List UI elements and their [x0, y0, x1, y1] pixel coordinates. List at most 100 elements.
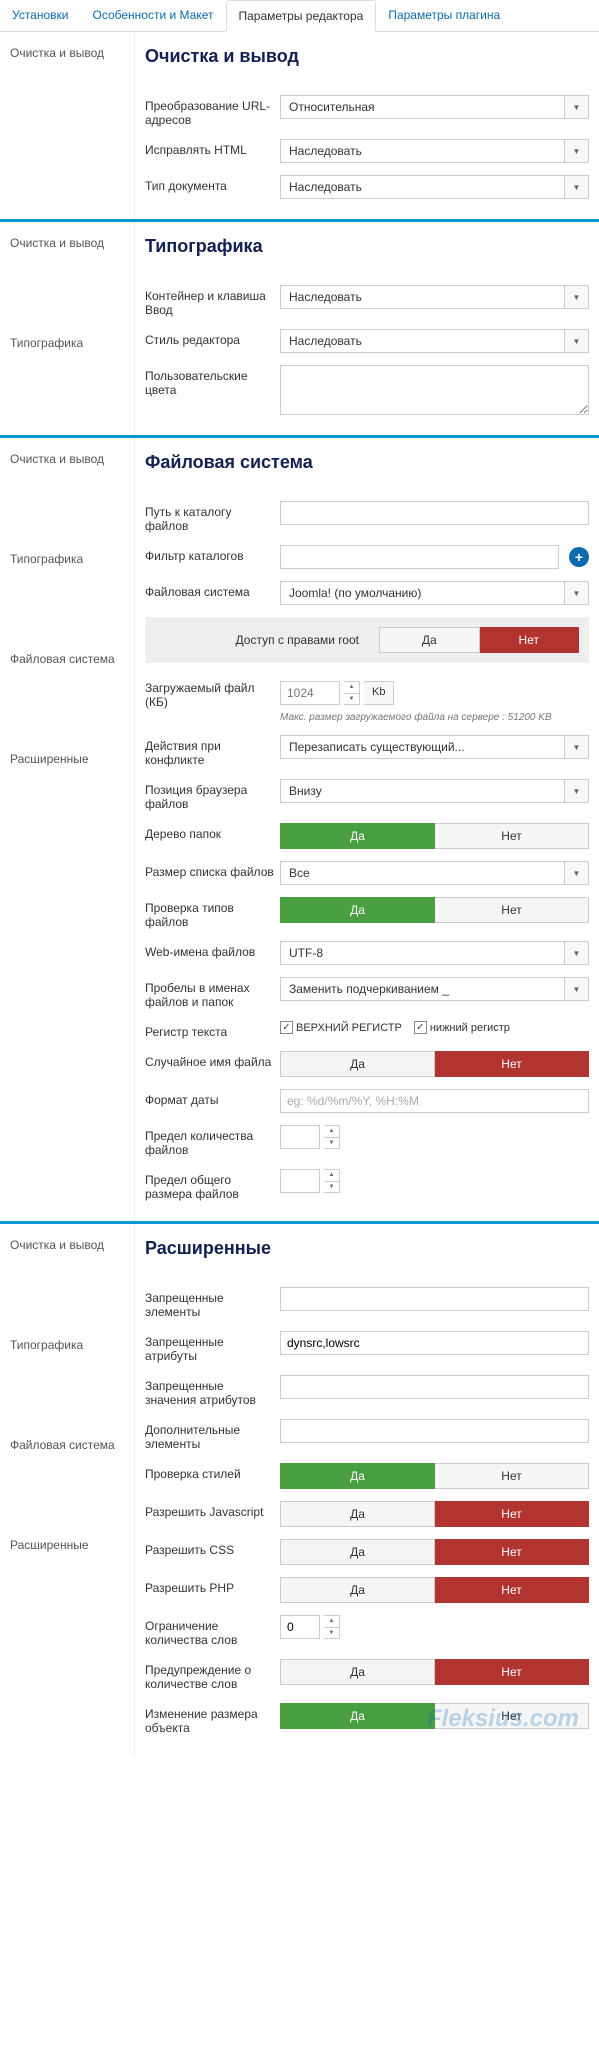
sidebar-item-clean[interactable]: Очистка и вывод — [0, 444, 134, 474]
chevron-down-icon[interactable]: ▼ — [565, 285, 589, 309]
label-banned-attr: Запрещенные атрибуты — [145, 1331, 280, 1363]
btn-styles-no[interactable]: Нет — [435, 1463, 589, 1489]
btn-root-yes[interactable]: Да — [379, 627, 480, 653]
tab-plugin-params[interactable]: Параметры плагина — [376, 0, 512, 31]
label-wordlimit: Ограничение количества слов — [145, 1615, 280, 1647]
chevron-down-icon[interactable]: ▼ — [565, 779, 589, 803]
label-wordwarn: Предупреждение о количестве слов — [145, 1659, 280, 1691]
label-path: Путь к каталогу файлов — [145, 501, 280, 533]
btn-tree-no[interactable]: Нет — [435, 823, 589, 849]
plus-icon[interactable]: + — [569, 547, 589, 567]
tab-editor-params[interactable]: Параметры редактора — [226, 0, 377, 32]
btn-styles-yes[interactable]: Да — [280, 1463, 435, 1489]
label-dir-filter: Фильтр каталогов — [145, 545, 280, 563]
spinner-upload[interactable]: ▲▼ — [344, 681, 360, 705]
label-case: Регистр текста — [145, 1021, 280, 1039]
chevron-down-icon[interactable]: ▼ — [565, 861, 589, 885]
sidebar-item-fs[interactable]: Файловая система — [0, 1430, 134, 1460]
btn-php-no[interactable]: Нет — [435, 1577, 589, 1603]
label-webnames: Web-имена файлов — [145, 941, 280, 959]
btn-check-no[interactable]: Нет — [435, 897, 589, 923]
checkbox-upper[interactable]: ✓ВЕРХНИЙ РЕГИСТР — [280, 1021, 402, 1034]
input-path[interactable] — [280, 501, 589, 525]
label-custom-colors: Пользовательские цвета — [145, 365, 280, 397]
select-webnames[interactable]: UTF-8▼ — [280, 941, 589, 965]
btn-resize-no[interactable]: Нет — [435, 1703, 589, 1729]
select-browser-pos[interactable]: Внизу▼ — [280, 779, 589, 803]
input-wordlimit[interactable] — [280, 1615, 320, 1639]
section-title: Очистка и вывод — [145, 46, 589, 67]
textarea-custom-colors[interactable] — [280, 365, 589, 415]
tab-features[interactable]: Особенности и Макет — [80, 0, 225, 31]
select-filesystem[interactable]: Joomla! (по умолчанию)▼ — [280, 581, 589, 605]
hint-upload: Макс. размер загружаемого файла на серве… — [280, 712, 552, 723]
select-spaces[interactable]: Заменить подчеркиванием _▼ — [280, 977, 589, 1001]
sidebar-item-clean[interactable]: Очистка и вывод — [0, 38, 134, 68]
input-banned-val[interactable] — [280, 1375, 589, 1399]
select-doctype[interactable]: Наследовать▼ — [280, 175, 589, 199]
section-title: Файловая система — [145, 452, 589, 473]
section-title: Расширенные — [145, 1238, 589, 1259]
row-root-access: Доступ с правами root Да Нет — [145, 617, 589, 663]
chevron-down-icon[interactable]: ▼ — [565, 735, 589, 759]
input-banned-el[interactable] — [280, 1287, 589, 1311]
label-spaces: Пробелы в именах файлов и папок — [145, 977, 280, 1009]
btn-rand-yes[interactable]: Да — [280, 1051, 435, 1077]
btn-warn-no[interactable]: Нет — [435, 1659, 589, 1685]
btn-js-no[interactable]: Нет — [435, 1501, 589, 1527]
select-fix-html[interactable]: Наследовать▼ — [280, 139, 589, 163]
sidebar-item-typo[interactable]: Типографика — [0, 328, 134, 358]
input-limsize[interactable] — [280, 1169, 320, 1193]
btn-css-no[interactable]: Нет — [435, 1539, 589, 1565]
spinner-limfiles[interactable]: ▲▼ — [324, 1125, 340, 1149]
btn-php-yes[interactable]: Да — [280, 1577, 435, 1603]
input-extra-el[interactable] — [280, 1419, 589, 1443]
btn-root-no[interactable]: Нет — [480, 627, 580, 653]
input-upload-size[interactable] — [280, 681, 340, 705]
btn-check-yes[interactable]: Да — [280, 897, 435, 923]
label-doctype: Тип документа — [145, 175, 280, 193]
select-container[interactable]: Наследовать▼ — [280, 285, 589, 309]
sidebar-item-clean[interactable]: Очистка и вывод — [0, 1230, 134, 1260]
section-typo: Очистка и вывод Типографика Типографика … — [0, 222, 599, 435]
chevron-down-icon[interactable]: ▼ — [565, 139, 589, 163]
input-datefmt[interactable] — [280, 1089, 589, 1113]
input-limfiles[interactable] — [280, 1125, 320, 1149]
label-limfiles: Предел количества файлов — [145, 1125, 280, 1157]
btn-js-yes[interactable]: Да — [280, 1501, 435, 1527]
input-banned-attr[interactable] — [280, 1331, 589, 1355]
select-listsize[interactable]: Все▼ — [280, 861, 589, 885]
btn-tree-yes[interactable]: Да — [280, 823, 435, 849]
sidebar-item-adv[interactable]: Расширенные — [0, 744, 134, 774]
chevron-down-icon[interactable]: ▼ — [565, 95, 589, 119]
sidebar-item-adv[interactable]: Расширенные — [0, 1530, 134, 1560]
sidebar-item-typo[interactable]: Типографика — [0, 544, 134, 574]
spinner-limsize[interactable]: ▲▼ — [324, 1169, 340, 1193]
select-editor-style[interactable]: Наследовать▼ — [280, 329, 589, 353]
chevron-down-icon[interactable]: ▼ — [565, 581, 589, 605]
chevron-down-icon[interactable]: ▼ — [565, 977, 589, 1001]
chevron-down-icon[interactable]: ▼ — [565, 329, 589, 353]
label-upload-size: Загружаемый файл (КБ) — [145, 677, 280, 709]
btn-warn-yes[interactable]: Да — [280, 1659, 435, 1685]
btn-css-yes[interactable]: Да — [280, 1539, 435, 1565]
label-tree: Дерево папок — [145, 823, 280, 841]
select-url-transform[interactable]: Относительная▼ — [280, 95, 589, 119]
label-conflict: Действия при конфликте — [145, 735, 280, 767]
sidebar-item-typo[interactable]: Типографика — [0, 1330, 134, 1360]
btn-rand-no[interactable]: Нет — [435, 1051, 589, 1077]
label-editor-style: Стиль редактора — [145, 329, 280, 347]
label-root-access: Доступ с правами root — [155, 633, 379, 647]
tab-install[interactable]: Установки — [0, 0, 80, 31]
checkbox-lower[interactable]: ✓нижний регистр — [414, 1021, 510, 1034]
select-conflict[interactable]: Перезаписать существующий...▼ — [280, 735, 589, 759]
chevron-down-icon[interactable]: ▼ — [565, 941, 589, 965]
spinner-wordlimit[interactable]: ▲▼ — [324, 1615, 340, 1639]
sidebar-item-clean[interactable]: Очистка и вывод — [0, 228, 134, 258]
sidebar-item-fs[interactable]: Файловая система — [0, 644, 134, 674]
chevron-down-icon[interactable]: ▼ — [565, 175, 589, 199]
label-limsize: Предел общего размера файлов — [145, 1169, 280, 1201]
input-dir-filter[interactable] — [280, 545, 559, 569]
label-browser-pos: Позиция браузера файлов — [145, 779, 280, 811]
btn-resize-yes[interactable]: Да — [280, 1703, 435, 1729]
